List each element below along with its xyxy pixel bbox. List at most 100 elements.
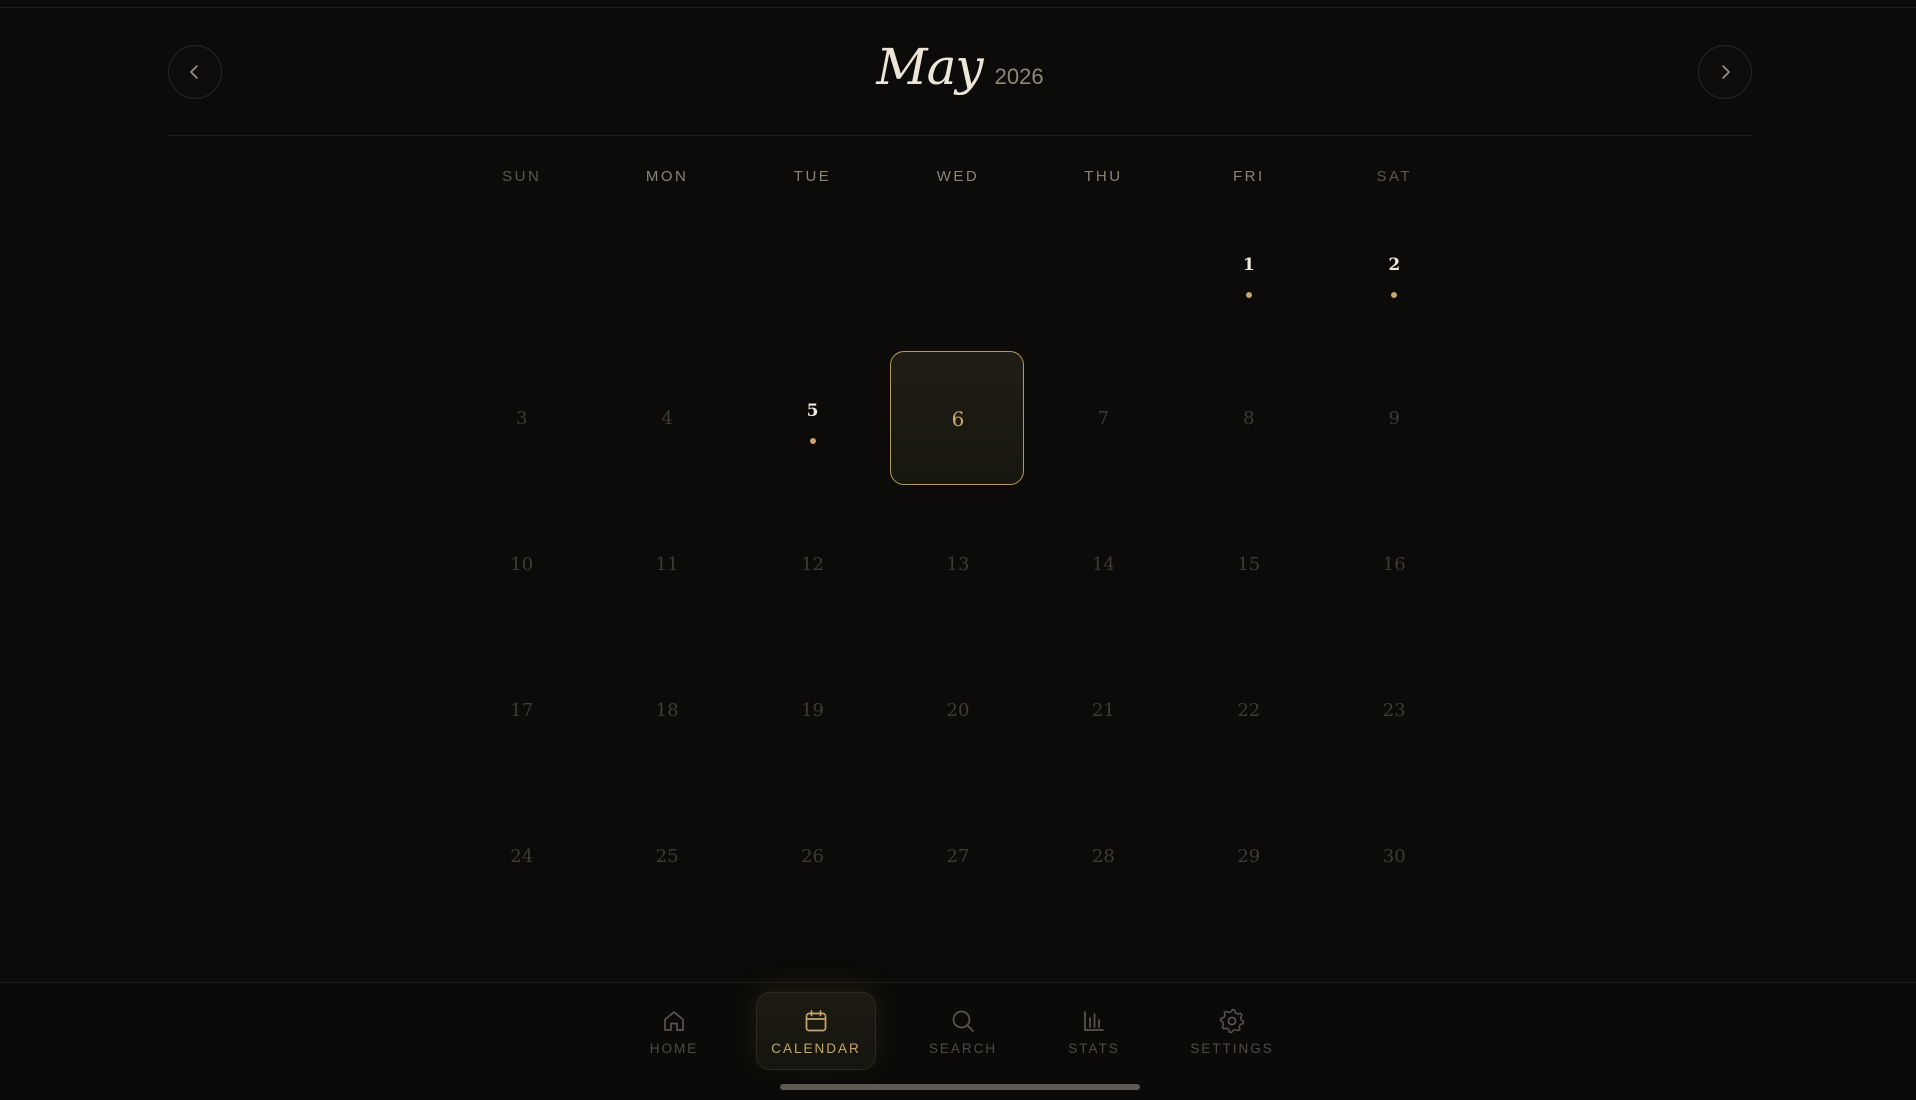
day-number: 29 xyxy=(1237,846,1261,867)
event-dot-indicator xyxy=(1245,292,1252,298)
calendar-day-12[interactable]: 12 xyxy=(740,492,885,638)
day-number: 28 xyxy=(1091,846,1115,867)
calendar-day-5[interactable]: 5 xyxy=(740,346,885,492)
day-number: 14 xyxy=(1091,554,1115,575)
calendar-day-27[interactable]: 27 xyxy=(885,784,1030,930)
day-number: 6 xyxy=(951,407,965,431)
calendar-day-10[interactable]: 10 xyxy=(449,492,594,638)
tab-label: SEARCH xyxy=(928,1040,998,1056)
day-number: 8 xyxy=(1243,408,1255,429)
day-number: 21 xyxy=(1091,700,1115,721)
header-divider xyxy=(168,135,1752,136)
weekday-label: FRI xyxy=(1232,168,1265,185)
tab-label: STATS xyxy=(1068,1040,1120,1056)
day-number: 24 xyxy=(510,846,534,867)
tab-label: SETTINGS xyxy=(1190,1040,1274,1056)
tab-settings[interactable]: SETTINGS xyxy=(1172,992,1292,1070)
calendar-day-14[interactable]: 14 xyxy=(1031,492,1176,638)
weekday-label: THU xyxy=(1084,168,1123,185)
home-indicator-bar xyxy=(780,1084,1140,1090)
calendar-day-19[interactable]: 19 xyxy=(740,638,885,784)
calendar-day-22[interactable]: 22 xyxy=(1176,638,1321,784)
calendar-day-6[interactable]: 6 xyxy=(885,346,1030,492)
day-number: 1 xyxy=(1242,254,1255,275)
day-number: 4 xyxy=(661,408,673,429)
tab-label: HOME xyxy=(649,1040,699,1056)
calendar-day-23[interactable]: 23 xyxy=(1322,638,1467,784)
event-dot-indicator xyxy=(1391,292,1398,298)
day-number: 9 xyxy=(1388,408,1400,429)
day-number: 30 xyxy=(1382,846,1406,867)
tab-stats[interactable]: STATS xyxy=(1034,992,1154,1070)
tab-bar-divider xyxy=(0,982,1916,983)
calendar-day-1[interactable]: 1 xyxy=(1176,200,1321,346)
calendar-week-row: 17 18 19 20 21 22 23 xyxy=(449,638,1467,784)
calendar-empty-cell xyxy=(885,200,1030,346)
calendar-grid: 1 2 3 4 5 6 7 8 9 10 11 12 13 14 15 16 17 18 19 20 21 22 23 24 2… xyxy=(449,200,1467,930)
month-title: May 2026 xyxy=(168,38,1752,96)
calendar-icon xyxy=(805,1009,827,1031)
calendar-day-18[interactable]: 18 xyxy=(594,638,739,784)
day-number: 3 xyxy=(515,408,528,429)
bar-chart-icon xyxy=(1084,1010,1104,1031)
calendar-day-2[interactable]: 2 xyxy=(1322,200,1467,346)
day-number: 13 xyxy=(946,554,970,575)
calendar-empty-cell xyxy=(594,200,739,346)
calendar-day-3[interactable]: 3 xyxy=(449,346,594,492)
day-number: 15 xyxy=(1237,554,1261,575)
weekday-header-row: SUN MON TUE WED THU FRI SAT xyxy=(449,168,1467,188)
gear-icon xyxy=(1219,1008,1245,1033)
calendar-day-26[interactable]: 26 xyxy=(740,784,885,930)
day-number: 20 xyxy=(946,700,970,721)
tab-home[interactable]: HOME xyxy=(614,992,734,1070)
day-number: 5 xyxy=(806,400,819,421)
day-number: 2 xyxy=(1388,254,1401,275)
month-name: May xyxy=(876,38,983,96)
search-icon xyxy=(952,1010,974,1032)
calendar-day-29[interactable]: 29 xyxy=(1176,784,1321,930)
weekday-label: SUN xyxy=(502,168,542,185)
bottom-tab-bar: HOME CALENDAR SEARCH STATS SETTINGS xyxy=(0,982,1916,1100)
day-number: 19 xyxy=(801,700,824,721)
day-number: 23 xyxy=(1382,700,1406,721)
home-icon xyxy=(664,1010,684,1031)
weekday-label: WED xyxy=(936,168,980,185)
calendar-day-24[interactable]: 24 xyxy=(449,784,594,930)
day-number: 7 xyxy=(1097,408,1110,429)
calendar-day-20[interactable]: 20 xyxy=(885,638,1030,784)
calendar-day-11[interactable]: 11 xyxy=(594,492,739,638)
next-month-button[interactable] xyxy=(1698,45,1752,99)
day-number: 11 xyxy=(655,554,679,575)
calendar-week-row: 10 11 12 13 14 15 16 xyxy=(449,492,1467,638)
calendar-day-7[interactable]: 7 xyxy=(1031,346,1176,492)
chevron-right-icon xyxy=(1722,65,1730,79)
calendar-day-30[interactable]: 30 xyxy=(1322,784,1467,930)
day-number: 16 xyxy=(1382,554,1406,575)
weekday-label: SAT xyxy=(1376,168,1413,185)
day-number: 25 xyxy=(655,846,679,867)
calendar-day-28[interactable]: 28 xyxy=(1031,784,1176,930)
tab-search[interactable]: SEARCH xyxy=(903,992,1023,1070)
calendar-day-8[interactable]: 8 xyxy=(1176,346,1321,492)
calendar-day-21[interactable]: 21 xyxy=(1031,638,1176,784)
day-number: 22 xyxy=(1237,700,1261,721)
day-number: 10 xyxy=(510,554,534,575)
calendar-header: May 2026 xyxy=(168,0,1752,136)
calendar-empty-cell xyxy=(740,200,885,346)
calendar-week-row: 12 xyxy=(449,200,1467,346)
year-label: 2026 xyxy=(994,64,1044,89)
event-dot-indicator xyxy=(809,438,816,444)
calendar-day-17[interactable]: 17 xyxy=(449,638,594,784)
calendar-day-13[interactable]: 13 xyxy=(885,492,1030,638)
calendar-day-9[interactable]: 9 xyxy=(1322,346,1467,492)
day-number: 17 xyxy=(510,700,534,721)
calendar-day-15[interactable]: 15 xyxy=(1176,492,1321,638)
calendar-day-25[interactable]: 25 xyxy=(594,784,739,930)
day-number: 18 xyxy=(655,700,679,721)
calendar-week-row: 24 25 26 27 28 29 30 xyxy=(449,784,1467,930)
tab-label: CALENDAR xyxy=(771,1040,861,1056)
calendar-day-16[interactable]: 16 xyxy=(1322,492,1467,638)
tab-calendar[interactable]: CALENDAR xyxy=(756,992,876,1070)
weekday-label: TUE xyxy=(793,168,832,185)
calendar-day-4[interactable]: 4 xyxy=(594,346,739,492)
